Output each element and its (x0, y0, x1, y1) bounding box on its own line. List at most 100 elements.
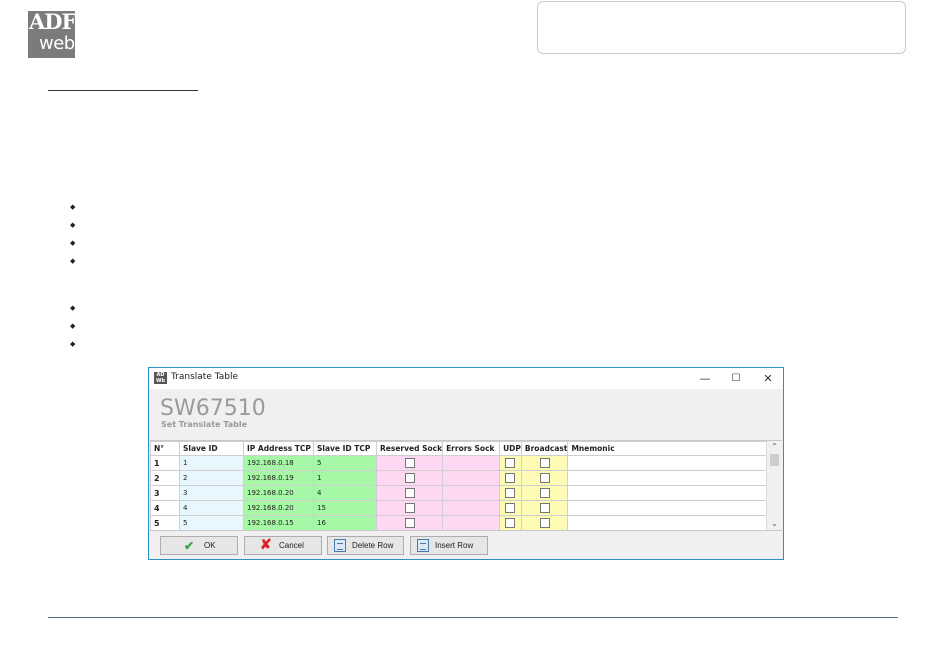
ip-address-cell[interactable]: 192.168.0.19 (243, 470, 314, 486)
reserved-sock-checkbox[interactable] (404, 503, 415, 513)
column-header[interactable]: IP Address TCP (243, 441, 314, 456)
logo-text-adf: ADF (29, 11, 75, 34)
reserved-sock-checkbox[interactable] (404, 518, 415, 528)
column-header[interactable]: Slave ID (179, 441, 244, 456)
table-row[interactable]: 3 3 192.168.0.20 4 (150, 485, 772, 501)
adfweb-app-icon: AD Wb (154, 372, 167, 384)
column-header[interactable]: N° (150, 441, 180, 456)
udp-cell[interactable] (499, 485, 522, 501)
column-header[interactable]: Broadcast (520, 441, 569, 456)
ip-address-cell[interactable]: 192.168.0.15 (243, 515, 314, 530)
ip-address-cell[interactable]: 192.168.0.20 (243, 500, 314, 516)
row-number[interactable]: 5 (150, 515, 180, 530)
slave-id-cell[interactable]: 2 (179, 470, 244, 486)
slave-id-cell[interactable]: 5 (179, 515, 244, 530)
chevron-down-icon[interactable]: ⌄ (767, 518, 782, 530)
column-header[interactable]: Errors Sock (442, 441, 501, 456)
broadcast-checkbox[interactable] (539, 488, 550, 498)
broadcast-checkbox[interactable] (539, 473, 550, 483)
row-number[interactable]: 3 (150, 485, 180, 501)
cancel-button[interactable]: ✘ Cancel (244, 536, 322, 555)
slave-id-tcp-cell[interactable]: 1 (313, 470, 377, 486)
reserved-sock-checkbox[interactable] (404, 488, 415, 498)
scrollbar-thumb[interactable] (770, 454, 779, 466)
window-titlebar[interactable]: AD Wb Translate Table — ☐ ✕ (149, 368, 783, 389)
broadcast-checkbox[interactable] (539, 518, 550, 528)
table-row[interactable]: 2 2 192.168.0.19 1 (150, 470, 772, 486)
ok-button-label: OK (204, 541, 216, 550)
bullet-icon: ◆ (70, 221, 76, 229)
chevron-up-icon[interactable]: ⌃ (767, 441, 782, 453)
close-button[interactable]: ✕ (752, 368, 784, 389)
udp-cell[interactable] (499, 500, 522, 516)
mnemonic-cell[interactable] (567, 470, 772, 486)
column-header[interactable]: Slave ID TCP (313, 441, 377, 456)
slave-id-cell[interactable]: 3 (179, 485, 244, 501)
udp-cell[interactable] (499, 515, 522, 530)
slave-id-cell[interactable]: 4 (179, 500, 244, 516)
mnemonic-cell[interactable] (567, 515, 772, 530)
errors-sock-cell[interactable] (442, 515, 501, 530)
errors-sock-cell[interactable] (442, 455, 501, 471)
ip-address-cell[interactable]: 192.168.0.18 (243, 455, 314, 471)
column-header[interactable]: Mnemonic (567, 441, 772, 456)
slave-id-tcp-cell[interactable]: 15 (313, 500, 377, 516)
reserved-sock-cell[interactable] (375, 455, 444, 471)
slave-id-tcp-cell[interactable]: 4 (313, 485, 377, 501)
delete-row-button[interactable]: Delete Row (327, 536, 404, 555)
row-number[interactable]: 4 (150, 500, 180, 516)
udp-checkbox[interactable] (505, 458, 516, 468)
insert-row-button[interactable]: Insert Row (410, 536, 488, 555)
mnemonic-cell[interactable] (567, 485, 772, 501)
logo-text-web: web (39, 33, 75, 54)
row-number[interactable]: 2 (150, 470, 180, 486)
translate-table-dialog: AD Wb Translate Table — ☐ ✕ SW67510 Set T… (148, 367, 784, 560)
udp-checkbox[interactable] (505, 503, 516, 513)
reserved-sock-checkbox[interactable] (404, 473, 415, 483)
slave-id-cell[interactable]: 1 (179, 455, 244, 471)
reserved-sock-cell[interactable] (375, 485, 444, 501)
reserved-sock-cell[interactable] (375, 500, 444, 516)
reserved-sock-checkbox[interactable] (404, 458, 415, 468)
reserved-sock-cell[interactable] (375, 515, 444, 530)
table-row[interactable]: 4 4 192.168.0.20 15 (150, 500, 772, 516)
translate-table: N° Slave ID IP Address TCP Slave ID TCP Rese… (150, 440, 782, 531)
column-header[interactable]: Reserved Sock (375, 441, 444, 456)
insert-row-button-label: Insert Row (435, 541, 474, 550)
broadcast-cell[interactable] (520, 485, 569, 501)
broadcast-cell[interactable] (520, 515, 569, 530)
ok-button[interactable]: ✔ OK (160, 536, 238, 555)
errors-sock-cell[interactable] (442, 485, 501, 501)
udp-checkbox[interactable] (505, 488, 516, 498)
broadcast-cell[interactable] (520, 500, 569, 516)
udp-checkbox[interactable] (505, 518, 516, 528)
mnemonic-cell[interactable] (567, 455, 772, 471)
errors-sock-cell[interactable] (442, 470, 501, 486)
minimize-button[interactable]: — (689, 368, 721, 389)
bullet-icon: ◆ (70, 203, 76, 211)
broadcast-cell[interactable] (520, 455, 569, 471)
maximize-button[interactable]: ☐ (720, 368, 752, 389)
udp-checkbox[interactable] (505, 473, 516, 483)
bullet-icon: ◆ (70, 304, 76, 312)
ip-address-cell[interactable]: 192.168.0.20 (243, 485, 314, 501)
x-icon: ✘ (260, 536, 272, 552)
slave-id-tcp-cell[interactable]: 16 (313, 515, 377, 530)
broadcast-checkbox[interactable] (539, 458, 550, 468)
row-number[interactable]: 1 (150, 455, 180, 471)
delete-row-button-label: Delete Row (352, 541, 394, 550)
table-scrollbar[interactable]: ⌃ ⌄ (766, 441, 782, 530)
reserved-sock-cell[interactable] (375, 470, 444, 486)
column-header[interactable]: UDP (499, 441, 522, 456)
slave-id-tcp-cell[interactable]: 5 (313, 455, 377, 471)
broadcast-checkbox[interactable] (539, 503, 550, 513)
udp-cell[interactable] (499, 455, 522, 471)
table-row[interactable]: 1 1 192.168.0.18 5 (150, 455, 772, 471)
errors-sock-cell[interactable] (442, 500, 501, 516)
insert-row-icon (417, 539, 429, 552)
broadcast-cell[interactable] (520, 470, 569, 486)
table-row[interactable]: 5 5 192.168.0.15 16 (150, 515, 772, 530)
mnemonic-cell[interactable] (567, 500, 772, 516)
table-header-row: N° Slave ID IP Address TCP Slave ID TCP Rese… (150, 441, 772, 456)
udp-cell[interactable] (499, 470, 522, 486)
